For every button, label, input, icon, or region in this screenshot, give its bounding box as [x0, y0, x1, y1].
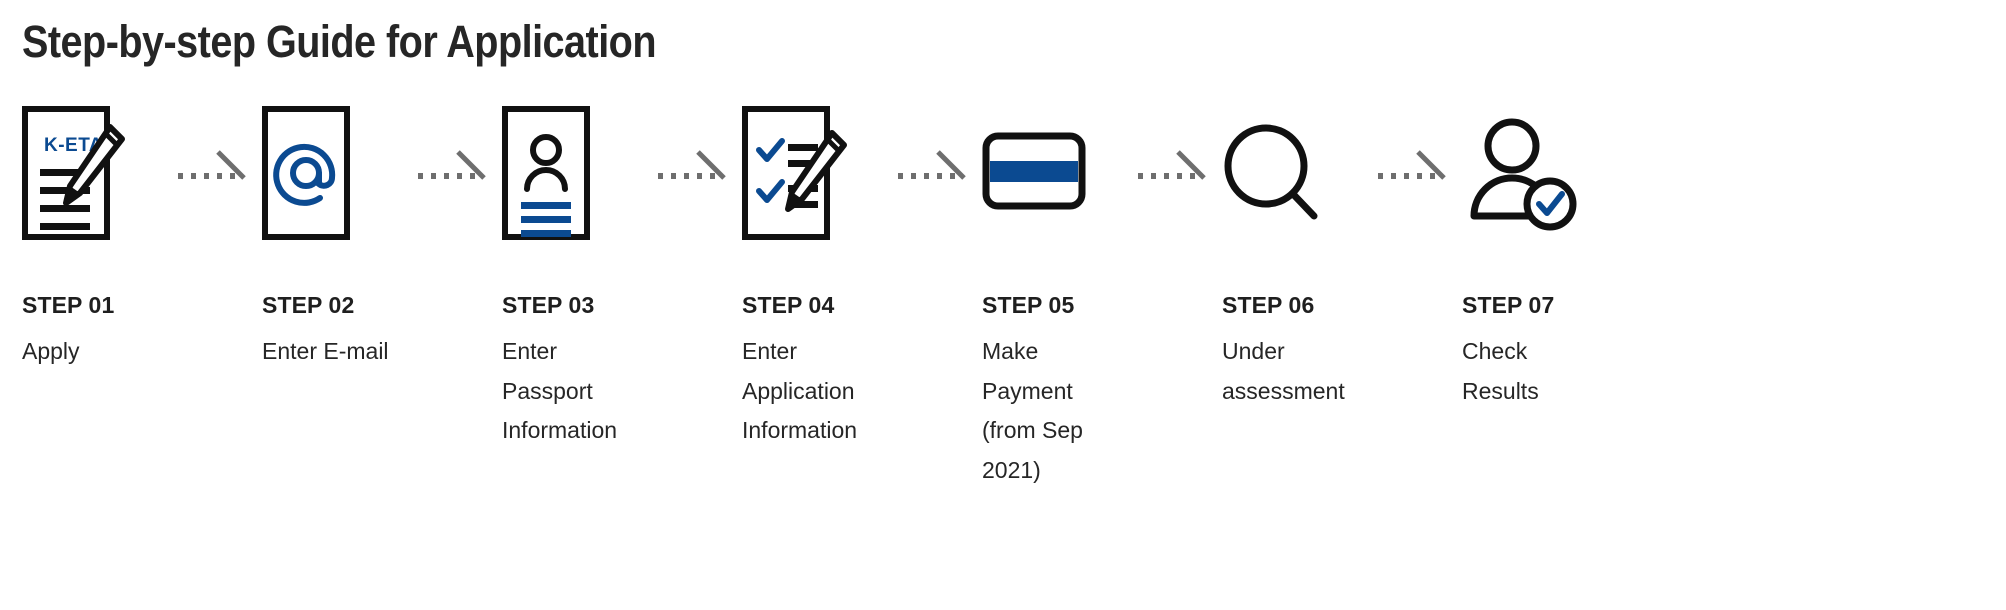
steps-row: K-ETA STEP 01 Apply STEP 02 Enter E-mail… — [22, 105, 2006, 491]
credit-card-icon — [982, 132, 1086, 210]
dotted-arrow-icon — [418, 149, 486, 180]
step-03-label: STEP 03 — [502, 291, 595, 318]
step-06-description: Under assessment — [1222, 338, 1345, 404]
dotted-arrow-icon — [1378, 149, 1446, 180]
step-04-label: STEP 04 — [742, 291, 835, 318]
step-03-description: Enter Passport Information — [502, 338, 618, 444]
step-item-07: STEP 07 Check Results — [1462, 106, 1702, 412]
dotted-arrow-icon — [658, 149, 726, 180]
checklist-pencil-icon — [742, 105, 847, 240]
step-item-02: STEP 02 Enter E-mail — [262, 105, 502, 372]
magnifying-glass-icon — [1224, 124, 1318, 220]
dotted-arrow-icon — [898, 149, 966, 180]
step-07-label: STEP 07 — [1462, 291, 1555, 318]
step-07-description: Check Results — [1462, 338, 1539, 404]
document-email-at-icon — [262, 105, 350, 240]
step-07-icon-wrapper — [1462, 106, 1702, 246]
document-keta-pencil-icon: K-ETA — [22, 105, 125, 240]
step-item-01: K-ETA STEP 01 Apply — [22, 105, 262, 372]
dotted-arrow-icon — [1138, 149, 1206, 180]
step-by-step-guide-page: Step-by-step Guide for Application K-ETA — [0, 0, 2006, 610]
step-02-label: STEP 02 — [262, 291, 355, 318]
passport-person-card-icon — [502, 105, 590, 240]
step-05-description: Make Payment (from Sep 2021) — [982, 338, 1083, 483]
step-06-label: STEP 06 — [1222, 291, 1315, 318]
page-title: Step-by-step Guide for Application — [22, 16, 657, 67]
step-01-description: Apply — [22, 338, 80, 365]
step-05-label: STEP 05 — [982, 291, 1075, 318]
person-verified-check-icon — [1470, 118, 1577, 231]
dotted-arrow-icon — [178, 149, 246, 180]
step-02-description: Enter E-mail — [262, 338, 389, 365]
check-badge-icon — [1523, 177, 1577, 231]
step-01-label: STEP 01 — [22, 291, 115, 318]
step-04-description: Enter Application Information — [742, 338, 858, 444]
